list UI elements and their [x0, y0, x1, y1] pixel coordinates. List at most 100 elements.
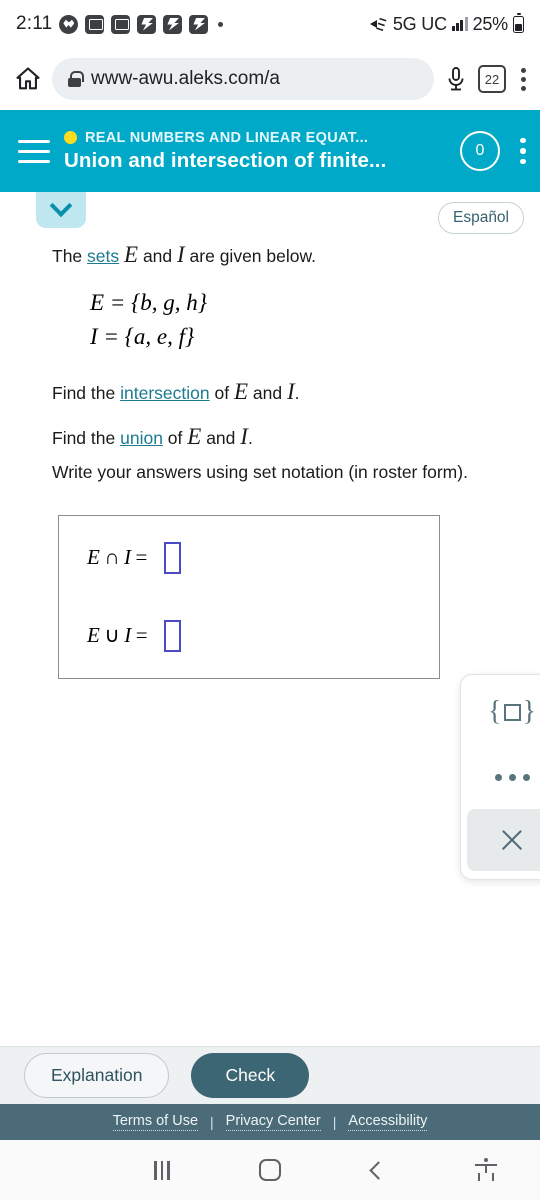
- battery-percent: 25%: [472, 13, 509, 34]
- status-bar-left: 2:11: [16, 13, 370, 35]
- action-bar: Explanation Check: [0, 1046, 540, 1104]
- intro-text-2: and: [138, 246, 178, 266]
- header-subtitle: Union and intersection of finite...: [64, 148, 387, 172]
- explanation-button[interactable]: Explanation: [24, 1053, 170, 1098]
- privacy-center-link[interactable]: Privacy Center: [225, 1113, 321, 1131]
- union-label: E ∪ I =: [87, 623, 152, 648]
- intersection-link[interactable]: intersection: [120, 383, 210, 403]
- android-nav-bar: [0, 1140, 540, 1200]
- back-button[interactable]: [324, 1160, 432, 1180]
- task-union: Find the union of E and I.: [52, 420, 522, 453]
- sets-link[interactable]: sets: [87, 246, 119, 266]
- tab-count-button[interactable]: 22: [478, 65, 506, 93]
- language-toggle-button[interactable]: Español: [437, 202, 524, 234]
- signal-bars-icon: [451, 17, 468, 31]
- accessibility-button[interactable]: [432, 1158, 540, 1182]
- network-label: 5G UC: [392, 13, 447, 34]
- footer-bar: Terms of Use | Privacy Center | Accessib…: [0, 1104, 540, 1140]
- problem-content: Español The sets E and I are given below…: [0, 192, 540, 880]
- messenger-icon: [137, 14, 157, 34]
- union-link[interactable]: union: [120, 428, 163, 448]
- footer-separator: |: [332, 1114, 337, 1130]
- browser-toolbar: www-awu.aleks.com/a 22: [0, 48, 540, 110]
- back-chevron-icon: [368, 1160, 388, 1180]
- messenger-icon: [189, 14, 209, 34]
- row0-right: I: [124, 545, 132, 570]
- answer-row-intersection: E ∩ I =: [87, 541, 439, 574]
- problem-statement: The sets E and I are given below. E = {b…: [0, 192, 540, 679]
- task1-text-2: of: [209, 382, 234, 403]
- recent-apps-button[interactable]: [108, 1160, 216, 1180]
- microphone-icon[interactable]: [444, 66, 468, 92]
- messenger-icon: [59, 14, 79, 34]
- check-button[interactable]: Check: [191, 1053, 310, 1098]
- set-e-definition: E = {b, g, h}: [90, 290, 207, 316]
- row1-equals: =: [135, 623, 149, 648]
- close-icon[interactable]: [467, 809, 540, 871]
- battery-icon: [513, 12, 524, 33]
- status-bar-clock: 2:11: [16, 13, 53, 34]
- android-status-bar: 2:11 5G UC 25%: [0, 0, 540, 48]
- recent-apps-icon: [154, 1160, 170, 1180]
- row1-left: E: [87, 623, 101, 648]
- union-answer-input[interactable]: [164, 619, 182, 652]
- var-e-inline: E: [124, 242, 139, 267]
- messenger-icon: [163, 14, 183, 34]
- chevron-down-icon: [49, 194, 73, 218]
- task2-text-2: of: [162, 428, 188, 449]
- footer-separator: |: [210, 1114, 214, 1130]
- task1-text-3: and: [248, 382, 287, 403]
- intro-text-1: The: [52, 246, 88, 266]
- score-indicator[interactable]: 0: [460, 131, 500, 171]
- accessibility-icon: [475, 1158, 497, 1182]
- task1-text-4: .: [294, 382, 300, 403]
- task2-var-i: I: [240, 424, 248, 450]
- task1-text-1: Find the: [52, 382, 121, 403]
- math-keypad-panel: {}: [460, 674, 540, 880]
- more-notifications-dot: [218, 21, 224, 27]
- hamburger-menu-icon[interactable]: [18, 139, 50, 163]
- ellipsis-icon[interactable]: [461, 749, 540, 805]
- task-roster-note: Write your answers using set notation (i…: [52, 461, 468, 482]
- var-i-inline: I: [177, 242, 185, 267]
- message-icon: [111, 14, 131, 34]
- intro-text-3: are given below.: [184, 246, 317, 266]
- intersection-label: E ∩ I =: [87, 545, 152, 570]
- phone-screen: 2:11 5G UC 25% www-awu.aleks.com/a 22 RE…: [0, 0, 540, 1200]
- row1-operator: ∪: [104, 623, 121, 648]
- message-icon: [85, 14, 105, 34]
- task-intersection: Find the intersection of E and I.: [52, 375, 522, 408]
- accessibility-link[interactable]: Accessibility: [348, 1113, 428, 1131]
- task2-var-e: E: [187, 424, 202, 450]
- header-text-block: REAL NUMBERS AND LINEAR EQUAT... Union a…: [64, 130, 446, 173]
- intersection-answer-input[interactable]: [163, 541, 181, 574]
- set-braces-icon[interactable]: {}: [461, 675, 540, 749]
- collapse-panel-button[interactable]: [36, 192, 86, 228]
- volume-mute-icon: [369, 16, 388, 32]
- task1-var-e: E: [233, 378, 248, 404]
- lock-icon: [68, 71, 84, 87]
- kebab-menu-icon[interactable]: [520, 67, 526, 91]
- answer-box: E ∩ I = E ∪ I =: [58, 514, 440, 679]
- header-kebab-menu-icon[interactable]: [520, 137, 526, 165]
- status-bar-right: 5G UC 25%: [369, 12, 524, 35]
- row1-right: I: [124, 623, 132, 648]
- terms-of-use-link[interactable]: Terms of Use: [112, 1113, 199, 1131]
- url-text: www-awu.aleks.com/a: [91, 68, 280, 89]
- home-icon[interactable]: [14, 65, 42, 93]
- row0-equals: =: [135, 545, 148, 570]
- task2-text-4: .: [247, 428, 253, 449]
- header-topic: REAL NUMBERS AND LINEAR EQUAT...: [85, 129, 369, 146]
- set-i-definition: I = {a, e, f}: [90, 324, 195, 350]
- status-dot-icon: [64, 131, 77, 144]
- intro-line: The sets E and I are given below.: [52, 238, 522, 271]
- task1-var-i: I: [286, 378, 295, 404]
- home-square-icon: [259, 1159, 281, 1181]
- task2-text-1: Find the: [52, 428, 121, 449]
- row0-operator: ∩: [104, 545, 120, 570]
- task2-text-3: and: [201, 428, 241, 449]
- url-bar[interactable]: www-awu.aleks.com/a: [52, 58, 434, 100]
- home-button[interactable]: [216, 1159, 324, 1181]
- answer-row-union: E ∪ I =: [87, 619, 439, 652]
- app-header: REAL NUMBERS AND LINEAR EQUAT... Union a…: [0, 110, 540, 192]
